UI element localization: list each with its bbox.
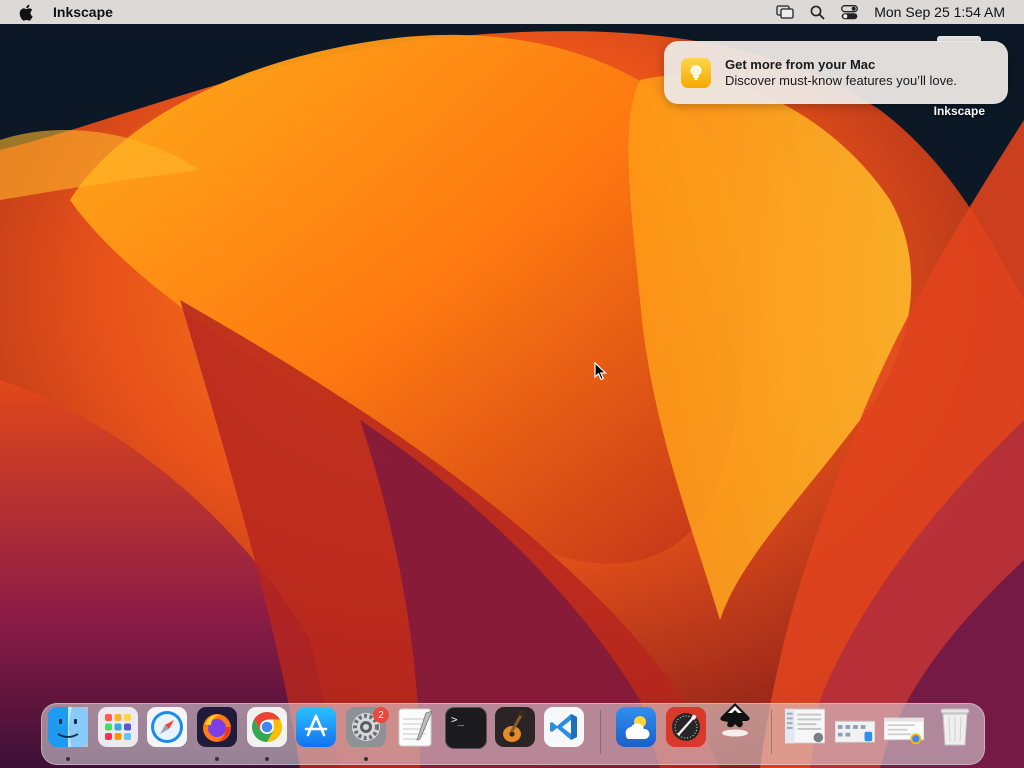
chrome-icon[interactable] xyxy=(247,707,287,747)
recent-folder-thumbnail[interactable] xyxy=(835,707,875,747)
notification-title: Get more from your Mac xyxy=(725,56,876,72)
weather-icon[interactable] xyxy=(616,707,656,747)
running-indicator xyxy=(364,757,368,761)
apple-logo-icon[interactable] xyxy=(19,3,35,21)
dock-separator xyxy=(771,710,772,754)
app-store-icon[interactable] xyxy=(296,707,336,747)
running-indicator xyxy=(215,757,219,761)
notification-badge: 2 xyxy=(373,707,389,723)
textedit-icon[interactable] xyxy=(396,707,436,747)
desktop-wallpaper xyxy=(0,0,1024,768)
recent-window-thumbnail[interactable] xyxy=(884,707,924,747)
finder-icon[interactable] xyxy=(48,707,88,747)
running-indicator xyxy=(66,757,70,761)
desktop-item-label[interactable]: Inkscape xyxy=(934,104,985,118)
menu-bar-clock[interactable]: Mon Sep 25 1:54 AM xyxy=(874,4,1005,20)
terminal-prompt-label: >_ xyxy=(451,713,465,726)
notification-body: Discover must-know features you’ll love. xyxy=(725,72,957,88)
firefox-icon[interactable] xyxy=(197,707,237,747)
menu-bar: Inkscape Mon Sep 25 1:54 AM xyxy=(0,0,1024,24)
color-meter-icon[interactable] xyxy=(666,707,706,747)
garageband-icon[interactable] xyxy=(495,707,535,747)
trash-icon[interactable] xyxy=(935,707,975,747)
active-app-menu[interactable]: Inkscape xyxy=(53,4,113,20)
vscode-icon[interactable] xyxy=(544,707,584,747)
notification-banner[interactable]: Get more from your Mac Discover must-kno… xyxy=(664,41,1008,104)
mouse-cursor-icon xyxy=(594,362,607,381)
recent-document-thumbnail[interactable] xyxy=(785,707,825,747)
terminal-icon[interactable]: >_ xyxy=(445,707,487,749)
safari-icon[interactable] xyxy=(147,707,187,747)
launchpad-icon[interactable] xyxy=(98,707,138,747)
control-center-icon[interactable] xyxy=(841,4,859,20)
dock-separator xyxy=(600,710,601,754)
inkscape-icon[interactable] xyxy=(715,700,755,740)
spotlight-search-icon[interactable] xyxy=(810,5,825,20)
running-indicator xyxy=(265,757,269,761)
screen-mirroring-icon[interactable] xyxy=(776,5,794,19)
lightbulb-icon xyxy=(681,57,711,88)
